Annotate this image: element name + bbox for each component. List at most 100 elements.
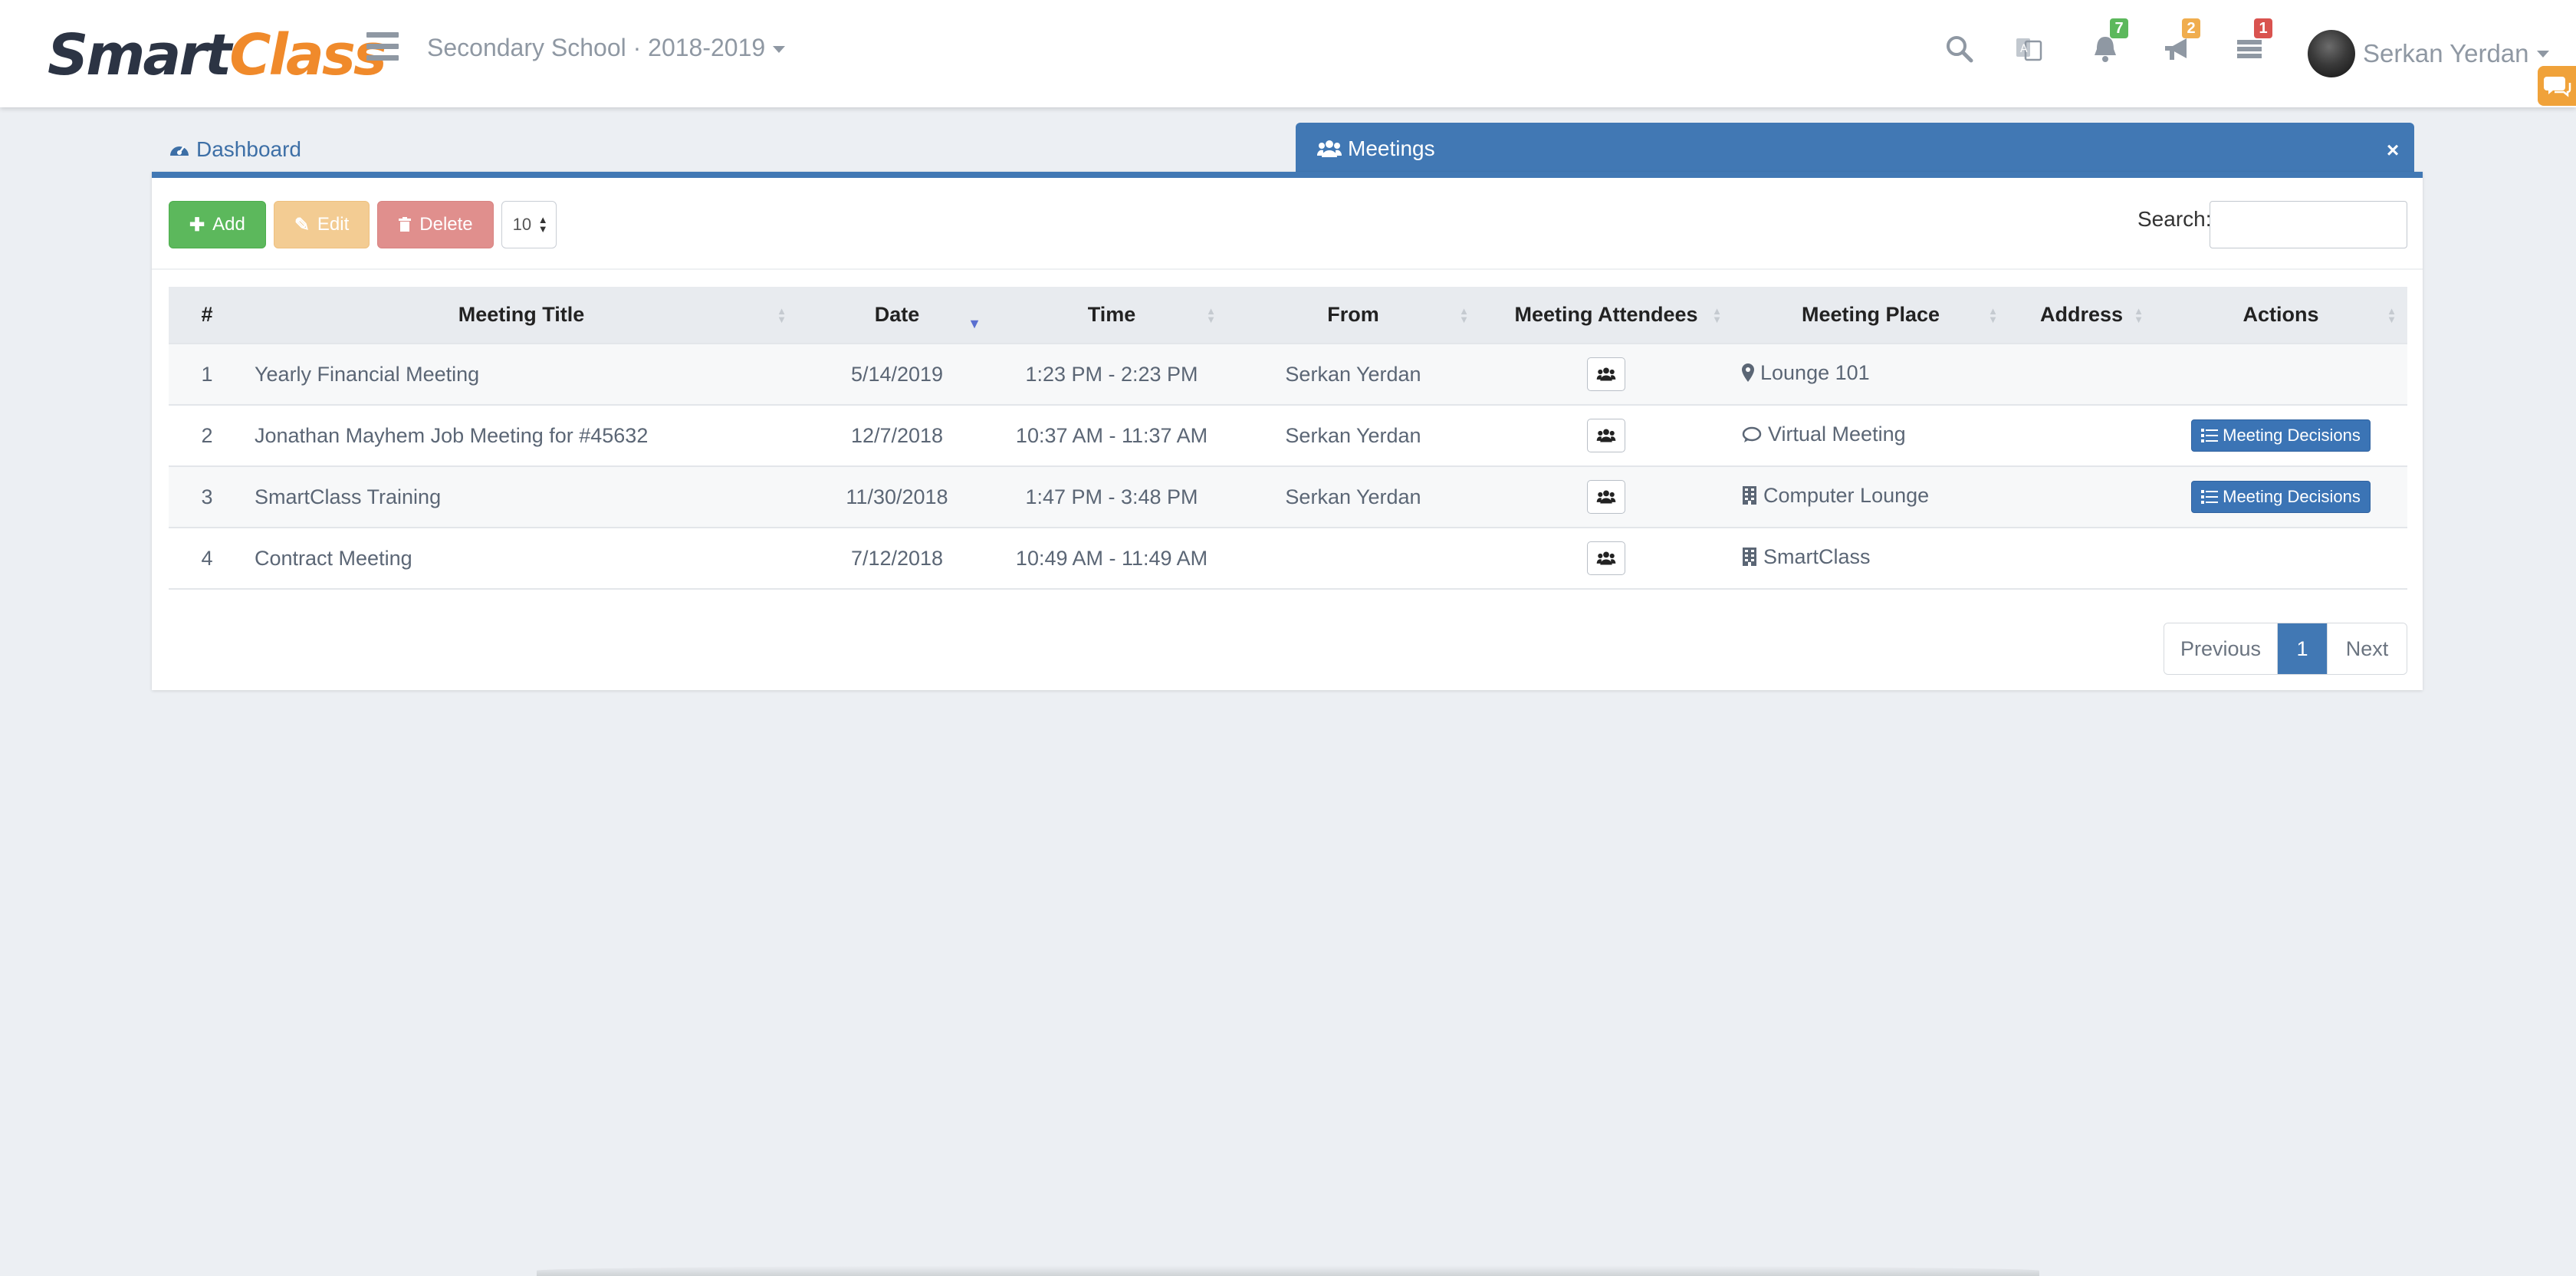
close-icon[interactable]: × xyxy=(2382,140,2404,161)
previous-page-button[interactable]: Previous xyxy=(2164,623,2278,674)
users-icon xyxy=(1596,367,1616,381)
sort-icon: ▲ ▼ xyxy=(1206,305,1216,325)
tab-dashboard-label: Dashboard xyxy=(196,137,301,161)
cell-address xyxy=(2009,404,2154,466)
school-year-selector[interactable]: Secondary School · 2018-2019 xyxy=(427,31,786,64)
attendees-button[interactable] xyxy=(1587,541,1625,575)
chevron-down-icon xyxy=(2536,50,2549,58)
trash-icon xyxy=(399,217,412,232)
column-header-date[interactable]: Date ▼ xyxy=(797,287,997,344)
column-header-label: Address xyxy=(2039,303,2124,326)
cell-address xyxy=(2009,527,2154,590)
column-header-label: Date xyxy=(874,303,920,326)
cell-number: 4 xyxy=(169,527,245,590)
building-icon xyxy=(1743,486,1756,505)
column-header-time[interactable]: Time ▲ ▼ xyxy=(997,287,1227,344)
table-row[interactable]: 3 SmartClass Training 11/30/2018 1:47 PM… xyxy=(169,465,2407,528)
cell-actions: Meeting Decisions xyxy=(2154,404,2407,466)
megaphone-icon[interactable]: 2 xyxy=(2162,18,2200,67)
search-icon[interactable] xyxy=(1944,34,1978,67)
sort-icon: ▲ ▼ xyxy=(1712,305,1722,325)
table-row[interactable]: 2 Jonathan Mayhem Job Meeting for #45632… xyxy=(169,404,2407,466)
cell-address xyxy=(2009,465,2154,528)
cell-place: Virtual Meeting xyxy=(1733,404,2009,466)
tasks-icon[interactable]: 1 xyxy=(2234,18,2272,67)
divider xyxy=(152,268,2423,270)
place-label: Computer Lounge xyxy=(1763,483,1930,507)
attendees-button[interactable] xyxy=(1587,480,1625,514)
attendees-button[interactable] xyxy=(1587,419,1625,452)
avatar xyxy=(2308,30,2355,77)
cell-address xyxy=(2009,343,2154,405)
column-header-address[interactable]: Address ▲ ▼ xyxy=(2009,287,2154,344)
bell-icon[interactable]: 7 xyxy=(2090,18,2128,67)
notifications-badge: 7 xyxy=(2110,18,2128,38)
cell-from: Serkan Yerdan xyxy=(1227,343,1480,405)
cell-from: Serkan Yerdan xyxy=(1227,404,1480,466)
page-size-select[interactable]: 10 ▲ ▼ xyxy=(501,201,557,248)
cell-title: SmartClass Training xyxy=(245,465,797,528)
column-header-label: Meeting Attendees xyxy=(1514,303,1698,326)
translate-icon[interactable]: A xyxy=(2013,34,2047,67)
meetings-panel: ✚ Add ✎ Edit Delete 10 ▲ ▼ Search: # Meet… xyxy=(152,172,2423,690)
tab-meetings[interactable]: Meetings × xyxy=(1296,123,2414,178)
menu-icon[interactable] xyxy=(366,32,399,63)
column-header-number[interactable]: # xyxy=(169,287,245,344)
logo-text-smart: Smart xyxy=(48,22,232,88)
plus-icon: ✚ xyxy=(189,214,205,235)
attendees-button[interactable] xyxy=(1587,357,1625,391)
column-header-label: Actions xyxy=(2242,303,2319,326)
place-label: SmartClass xyxy=(1763,544,1871,568)
list-icon xyxy=(2201,429,2219,442)
delete-button-label: Delete xyxy=(419,214,473,235)
sort-icon: ▲ ▼ xyxy=(1459,305,1469,325)
user-menu[interactable]: Serkan Yerdan xyxy=(2308,29,2549,78)
column-header-actions[interactable]: Actions ▲ ▼ xyxy=(2154,287,2407,344)
cell-time: 10:49 AM - 11:49 AM xyxy=(997,527,1227,590)
column-header-place[interactable]: Meeting Place ▲ ▼ xyxy=(1733,287,2009,344)
sort-icon: ▲ ▼ xyxy=(777,305,787,325)
cell-attendees xyxy=(1480,527,1733,590)
edit-button-label: Edit xyxy=(317,214,350,235)
search-input[interactable] xyxy=(2210,201,2407,248)
cell-place: Lounge 101 xyxy=(1733,343,2009,405)
school-year-label: Secondary School · 2018-2019 xyxy=(427,34,766,61)
users-icon xyxy=(1317,140,1342,157)
place-label: Lounge 101 xyxy=(1760,360,1870,384)
cell-title: Yearly Financial Meeting xyxy=(245,343,797,405)
meeting-decisions-label: Meeting Decisions xyxy=(2223,487,2361,506)
list-icon xyxy=(2201,490,2219,504)
comment-icon xyxy=(1742,426,1762,442)
tab-dashboard[interactable]: Dashboard xyxy=(169,132,301,167)
top-navbar: SmartClass Secondary School · 2018-2019 … xyxy=(0,0,2576,107)
map-marker-icon xyxy=(1742,363,1754,383)
footer-shadow xyxy=(537,1265,2039,1276)
cell-time: 10:37 AM - 11:37 AM xyxy=(997,404,1227,466)
sort-icon: ▲ ▼ xyxy=(2387,305,2397,325)
cell-place: SmartClass xyxy=(1733,527,2009,590)
users-icon xyxy=(1596,551,1616,565)
table-row[interactable]: 1 Yearly Financial Meeting 5/14/2019 1:2… xyxy=(169,343,2407,405)
edit-button[interactable]: ✎ Edit xyxy=(273,201,370,248)
table-row[interactable]: 4 Contract Meeting 7/12/2018 10:49 AM - … xyxy=(169,527,2407,590)
current-page-button[interactable]: 1 xyxy=(2278,623,2327,674)
dashboard-icon xyxy=(170,146,189,156)
cell-actions xyxy=(2154,343,2407,405)
chat-icon[interactable] xyxy=(2538,66,2576,106)
building-icon xyxy=(1743,548,1756,567)
place-label: Virtual Meeting xyxy=(1768,423,1906,446)
smartclass-logo[interactable]: SmartClass xyxy=(48,17,387,94)
meeting-decisions-button[interactable]: Meeting Decisions xyxy=(2191,481,2371,513)
meeting-decisions-button[interactable]: Meeting Decisions xyxy=(2191,419,2371,452)
add-button[interactable]: ✚ Add xyxy=(169,201,266,248)
delete-button[interactable]: Delete xyxy=(377,201,494,248)
users-icon xyxy=(1596,429,1616,442)
svg-text:A: A xyxy=(2020,43,2028,55)
next-page-button[interactable]: Next xyxy=(2327,623,2407,674)
column-header-label: Time xyxy=(1087,303,1136,326)
cell-date: 5/14/2019 xyxy=(797,343,997,405)
meetings-table: # Meeting Title ▲ ▼ Date ▼ Time ▲ ▼ From ▲ ▼ Me… xyxy=(169,287,2407,590)
column-header-from[interactable]: From ▲ ▼ xyxy=(1227,287,1480,344)
column-header-title[interactable]: Meeting Title ▲ ▼ xyxy=(245,287,797,344)
column-header-attendees[interactable]: Meeting Attendees ▲ ▼ xyxy=(1480,287,1733,344)
